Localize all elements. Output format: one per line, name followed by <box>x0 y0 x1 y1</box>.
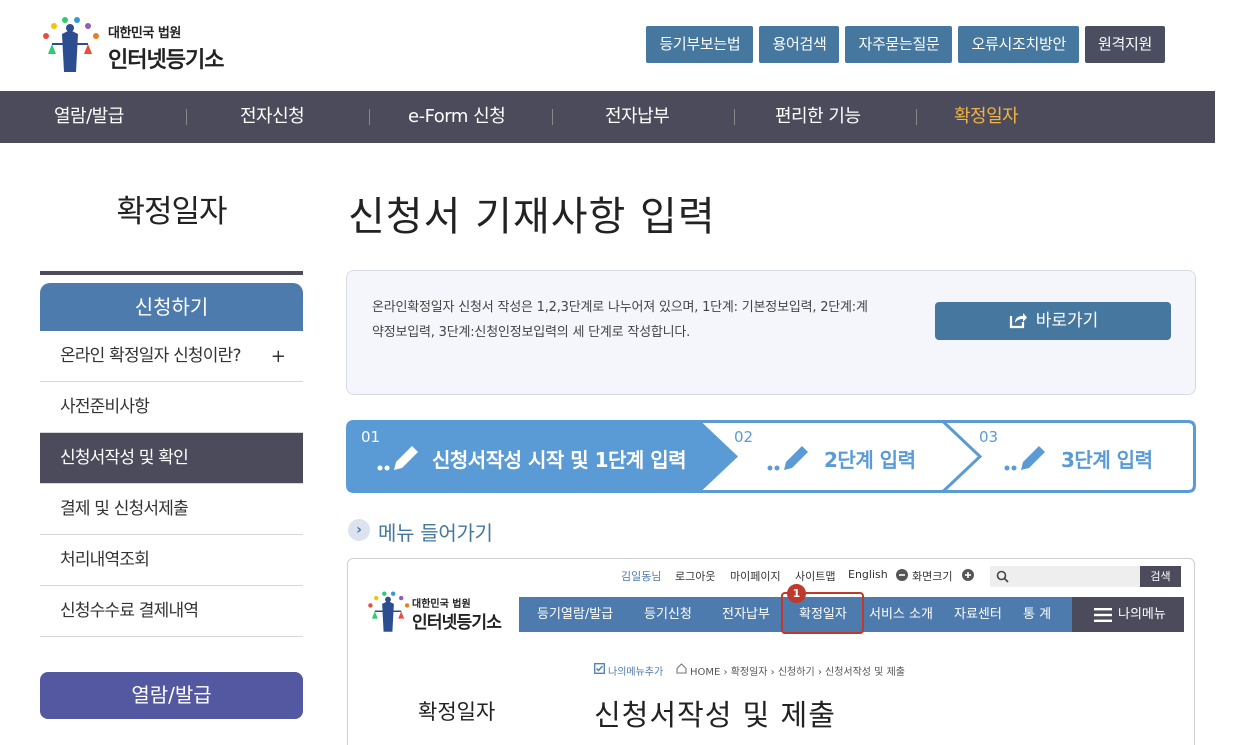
preview-user-name: 김일동님 <box>621 570 662 583</box>
preview-sidebar-title: 확정일자 <box>418 700 496 724</box>
main-navigation: 열람/발급 전자신청 e-Form 신청 전자납부 편리한 기능 확정일자 <box>0 91 1215 143</box>
nav-convenient-features[interactable]: 편리한 기능 <box>775 91 861 143</box>
sidebar-menu: 온라인 확정일자 신청이란? + 사전준비사항 신청서작성 및 확인 결제 및 … <box>40 331 303 637</box>
info-text: 온라인확정일자 신청서 작성은 1,2,3단계로 나누어져 있으며, 1단계: … <box>372 300 868 340</box>
nav-e-payment[interactable]: 전자납부 <box>605 91 670 143</box>
step-3-label: 3단계 입력 <box>1061 448 1153 472</box>
pencil-icon <box>377 446 418 471</box>
preview-search-button: 검색 <box>1140 566 1181 587</box>
site-logo[interactable]: 대한민국 법원 인터넷등기소 <box>40 12 260 78</box>
preview-font-size: 화면크기 <box>912 570 953 583</box>
step-indicator: 01 신청서작성 시작 및 1단계 입력 02 2단계 입력 03 3단계 입력 <box>346 420 1196 493</box>
sidebar-item-preparation[interactable]: 사전준비사항 <box>40 382 303 433</box>
sidebar-item-history[interactable]: 처리내역조회 <box>40 535 303 586</box>
preview-nav-item: 등기열람/발급 <box>537 607 614 622</box>
preview-nav-item: 자료센터 <box>954 607 1002 622</box>
sidebar-divider <box>40 271 303 275</box>
term-search-button[interactable]: 용어검색 <box>759 26 840 63</box>
step-3-number: 03 <box>979 428 999 446</box>
preview-logo-title: 인터넷등기소 <box>412 613 502 633</box>
preview-logout: 로그아웃 <box>675 570 716 583</box>
share-icon <box>1009 313 1027 329</box>
nav-view-issue[interactable]: 열람/발급 <box>54 91 124 143</box>
preview-nav-item: 서비스 소개 <box>869 607 933 622</box>
logo-subtitle: 대한민국 법원 <box>108 26 181 41</box>
sidebar-section-apply[interactable]: 신청하기 <box>40 283 303 331</box>
preview-english: English <box>848 568 888 581</box>
nav-divider <box>369 109 370 125</box>
step-1-label: 신청서작성 시작 및 1단계 입력 <box>432 448 687 472</box>
preview-nav-item: 등기신청 <box>644 607 692 622</box>
preview-breadcrumb: HOME › 확정일자 › 신청하기 › 신청서작성 및 제출 <box>690 667 905 678</box>
sidebar-item-payment-submit[interactable]: 결제 및 신청서제출 <box>40 484 303 535</box>
top-utility-buttons: 등기부보는법 용어검색 자주묻는질문 오류시조치방안 원격지원 <box>646 26 1165 63</box>
preview-nav-item: 통 계 <box>1023 607 1052 622</box>
nav-fixed-date[interactable]: 확정일자 <box>954 91 1019 143</box>
zoom-out-icon <box>896 569 908 581</box>
nav-eform[interactable]: e-Form 신청 <box>408 91 506 143</box>
court-emblem-icon <box>368 591 410 632</box>
nav-divider <box>916 109 917 125</box>
sidebar-section-view-issue[interactable]: 열람/발급 <box>40 672 303 719</box>
search-icon <box>996 570 1009 583</box>
nav-e-application[interactable]: 전자신청 <box>240 91 305 143</box>
step-2-label: 2단계 입력 <box>824 448 916 472</box>
home-icon <box>676 663 687 674</box>
page-title: 신청서 기재사항 입력 <box>348 194 716 240</box>
plus-icon: + <box>270 346 286 367</box>
preview-nav-item: 전자납부 <box>722 607 770 622</box>
shortcut-button-label: 바로가기 <box>1035 311 1099 331</box>
sidebar-title: 확정일자 <box>116 194 227 230</box>
hamburger-icon <box>1094 608 1112 622</box>
step-2-number: 02 <box>734 428 754 446</box>
info-box: 온라인확정일자 신청서 작성은 1,2,3단계로 나누어져 있으며, 1단계: … <box>346 270 1196 395</box>
pencil-icon <box>767 446 808 471</box>
preview-my-menu-label: 나의메뉴 <box>1118 607 1166 622</box>
zoom-in-icon <box>962 569 974 581</box>
sidebar-item-label: 온라인 확정일자 신청이란? <box>60 346 241 366</box>
sidebar-item-fee-history[interactable]: 신청수수료 결제내역 <box>40 586 303 637</box>
step-badge: 1 <box>787 584 806 603</box>
menu-preview-image: 김일동님 로그아웃 마이페이지 사이트맵 English 화면크기 검색 대한민… <box>347 558 1195 745</box>
court-emblem-icon <box>43 17 99 72</box>
preview-my-menu: 나의메뉴 <box>1072 597 1184 632</box>
logo-title: 인터넷등기소 <box>108 48 224 73</box>
checkbox-icon <box>594 663 605 674</box>
preview-page-title: 신청서작성 및 제출 <box>594 698 836 732</box>
nav-divider <box>734 109 735 125</box>
nav-divider <box>552 109 553 125</box>
preview-mypage: 마이페이지 <box>730 570 781 583</box>
chevron-right-icon: › <box>348 519 370 541</box>
shortcut-button[interactable]: 바로가기 <box>935 302 1171 340</box>
preview-add-my-menu: 나의메뉴추가 <box>608 667 664 678</box>
nav-divider <box>186 109 187 125</box>
remote-support-button[interactable]: 원격지원 <box>1084 26 1165 63</box>
registry-guide-button[interactable]: 등기부보는법 <box>646 26 754 63</box>
sidebar-item-write-confirm[interactable]: 신청서작성 및 확인 <box>40 433 303 484</box>
section-heading-text: 메뉴 들어가기 <box>378 521 493 545</box>
sidebar-item-about[interactable]: 온라인 확정일자 신청이란? + <box>40 331 303 382</box>
pencil-icon <box>1004 446 1045 471</box>
faq-button[interactable]: 자주묻는질문 <box>845 26 953 63</box>
preview-sitemap: 사이트맵 <box>795 570 836 583</box>
error-solution-button[interactable]: 오류시조치방안 <box>958 26 1079 63</box>
